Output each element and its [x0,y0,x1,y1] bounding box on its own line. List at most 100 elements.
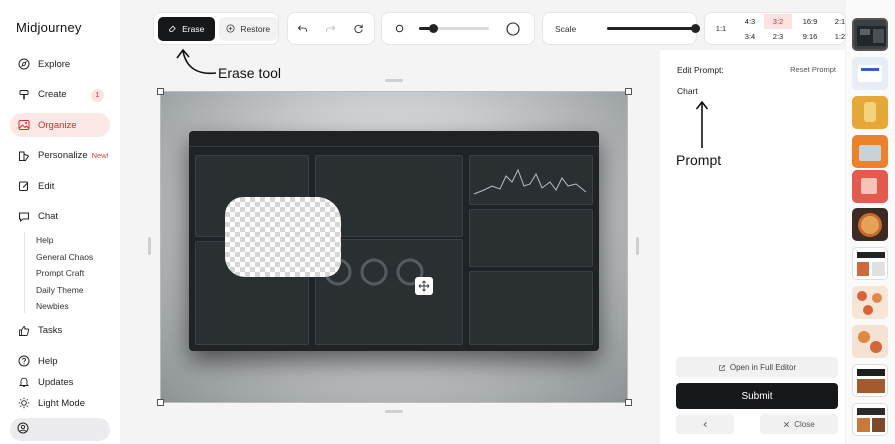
erase-restore-group: Erase Restore [153,12,279,45]
image-canvas[interactable] [160,91,628,403]
thumbnail[interactable] [852,286,888,319]
scale-knob[interactable] [690,24,700,33]
app-logo[interactable]: Midjourney [16,20,82,35]
sidebar-item-label: Edit [38,180,55,192]
refresh-icon [353,23,364,34]
undo-button[interactable] [288,17,316,41]
sidebar-item-personalize[interactable]: Personalize New! [10,144,110,168]
close-icon [783,421,790,428]
sidebar-item-label: Explore [38,58,71,70]
thumbnail[interactable] [852,325,888,358]
sidebar-item-explore[interactable]: Explore [10,52,110,76]
edit-prompt-label: Edit Prompt: [677,65,724,75]
resize-grip-right[interactable] [636,237,639,255]
ratio-option[interactable]: 9:16 [796,29,824,44]
user-icon [17,421,29,439]
submit-button[interactable]: Submit [676,383,838,409]
sidebar-item-chat[interactable]: Chat [10,205,110,229]
undo-icon [297,23,308,34]
resize-handle-top-right[interactable] [625,88,632,95]
brush-size-group [381,12,535,45]
thumbnail[interactable] [852,135,888,168]
scale-fill [607,27,696,30]
eraser-icon [168,24,177,33]
sidebar-item-label: Personalize [38,150,88,161]
open-full-editor-button[interactable]: Open in Full Editor [676,357,838,378]
redo-button[interactable] [316,17,344,41]
resize-grip-left[interactable] [148,237,151,255]
sidebar-item-create[interactable]: Create 1 [10,83,110,107]
resize-grip-bottom[interactable] [385,410,403,413]
thumbnail[interactable] [852,18,888,51]
sidebar-item-label: Updates [38,376,74,388]
prompt-annotation: Prompt [676,152,722,168]
resize-handle-bottom-left[interactable] [157,399,164,406]
brush-size-knob[interactable] [428,24,438,33]
scale-group: Scale [542,12,700,45]
erase-tool-arrow [172,46,220,87]
close-button[interactable]: Close [760,414,838,434]
erase-button[interactable]: Erase [158,16,215,41]
thumbnail[interactable] [852,208,888,241]
ratio-option[interactable]: 16:9 [796,14,824,29]
notification-badge: 1 [91,88,104,102]
sidebar-item-label: Organize [38,119,77,131]
ratio-option[interactable]: 3:2 [764,14,792,29]
chevron-left-icon [702,421,709,428]
chat-room-newbies[interactable]: Newbies [36,298,110,315]
history-group [287,12,375,45]
chat-rooms-list: Help General Chaos Prompt Craft Daily Th… [10,232,110,315]
chat-room-prompt-craft[interactable]: Prompt Craft [36,265,110,282]
reset-button[interactable] [344,17,372,41]
thumbnail[interactable] [852,96,888,129]
thumbnail[interactable] [852,170,888,203]
dashboard-panel [469,209,593,267]
chat-room-daily-theme[interactable]: Daily Theme [36,282,110,299]
aspect-ratio-selector: 1:1 4:3 3:2 16:9 2:1 3:4 2:3 9:16 1:2 [704,12,846,45]
reset-prompt-button[interactable]: Reset Prompt [790,65,836,74]
thumbs-up-icon [17,324,31,338]
brush-size-slider[interactable] [419,24,489,33]
previous-button[interactable] [676,414,734,434]
sidebar-item-organize[interactable]: Organize [10,113,110,137]
resize-grip-top[interactable] [385,79,403,82]
image-icon [17,118,31,132]
line-chart-graphic [473,168,587,195]
chat-room-help[interactable]: Help [36,232,110,249]
sidebar-item-edit[interactable]: Edit [10,174,110,198]
ratio-option[interactable]: 3:4 [736,29,764,44]
restore-button[interactable]: Restore [218,16,278,41]
chat-room-general-chaos[interactable]: General Chaos [36,249,110,266]
redo-icon [325,23,336,34]
thumbnail[interactable] [852,57,888,90]
move-button[interactable] [415,277,433,295]
erase-tool-annotation: Erase tool [218,65,282,81]
resize-handle-bottom-right[interactable] [625,399,632,406]
chat-icon [17,210,31,224]
account-button[interactable] [10,418,110,441]
new-tag: New! [91,151,109,160]
palette-icon [17,149,31,163]
scale-slider[interactable] [607,24,700,33]
thumbnail[interactable] [852,247,888,280]
ratio-option[interactable]: 1:1 [707,21,735,36]
open-full-editor-label: Open in Full Editor [729,363,797,372]
edit-prompt-panel: Edit Prompt: Reset Prompt Chart Prompt O… [660,50,845,444]
dashboard-image [189,131,599,351]
resize-handle-top-left[interactable] [157,88,164,95]
ratio-option[interactable]: 2:3 [764,29,792,44]
erase-button-label: Erase [182,23,205,34]
dashboard-header [189,131,599,147]
brush-icon [17,88,31,102]
sidebar-item-light-mode[interactable]: Light Mode [10,391,110,415]
erased-area [225,197,341,277]
ratio-option[interactable]: 4:3 [736,14,764,29]
thumbnail[interactable] [852,403,888,436]
sidebar-item-tasks[interactable]: Tasks [10,319,110,343]
external-link-icon [718,364,726,372]
thumbnail[interactable] [852,364,888,397]
prompt-input[interactable]: Chart [677,86,698,96]
thumbnail-strip [846,0,895,444]
sidebar-item-label: Tasks [38,325,63,336]
compass-icon [17,57,31,71]
